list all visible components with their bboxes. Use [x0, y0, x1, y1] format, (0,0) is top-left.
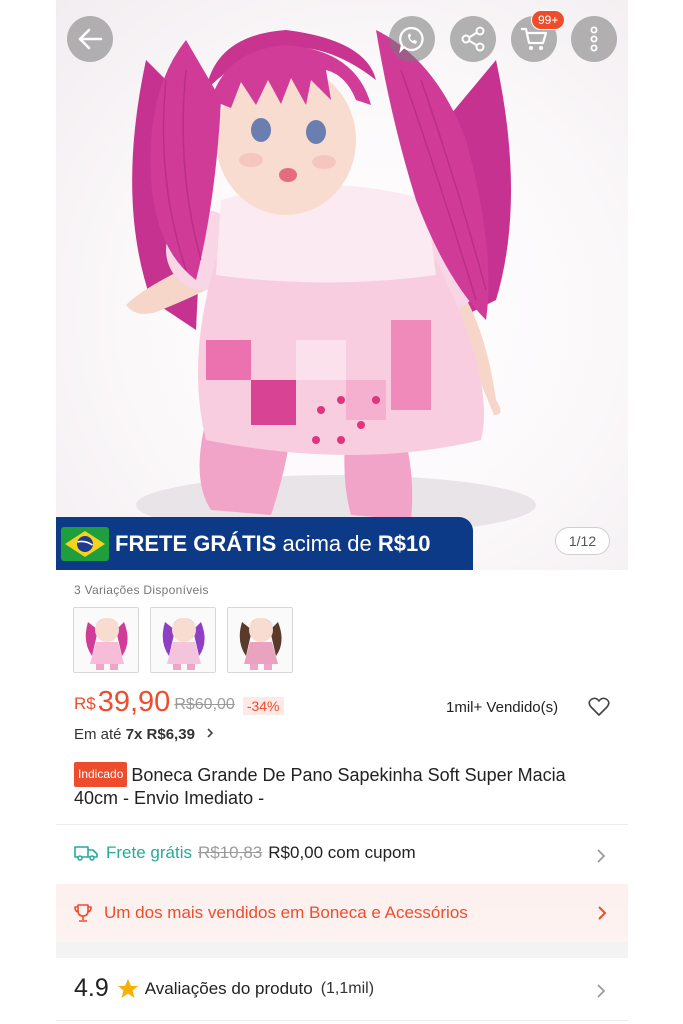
- rating-value: 4.9: [74, 974, 109, 1002]
- star-icon: [117, 979, 138, 998]
- original-price: R$60,00: [174, 696, 235, 713]
- doll-thumb-brown: [239, 618, 282, 670]
- brazil-flag-icon: [61, 526, 109, 561]
- trophy-icon: [74, 904, 92, 922]
- bestseller-row[interactable]: Um dos mais vendidos em Boneca e Acessór…: [56, 884, 628, 942]
- free-shipping-banner: FRETE GRÁTIS acima de R$10: [56, 517, 473, 570]
- shipping-new-price: R$0,00 com cupom: [268, 843, 416, 862]
- free-shipping-label: Frete grátis: [106, 843, 192, 862]
- variations-title: 3 Variações Disponíveis: [74, 583, 209, 597]
- favorite-heart-icon[interactable]: [588, 697, 610, 717]
- cart-count-badge: 99+: [531, 10, 566, 30]
- reviews-count: (1,1mil): [320, 979, 375, 997]
- product-title: Indicado Boneca Grande De Pano Sapekinha …: [74, 762, 614, 810]
- more-vertical-icon: [590, 26, 598, 52]
- cart-button[interactable]: 99+: [511, 10, 566, 62]
- variation-thumb-pink[interactable]: [73, 607, 139, 673]
- shipping-row[interactable]: Frete grátis R$10,83 R$0,00 com cupom: [74, 843, 416, 863]
- whatsapp-icon: [399, 26, 424, 54]
- sold-count: 1mil+ Vendido(s): [446, 699, 559, 716]
- discount-badge: -34%: [242, 697, 284, 715]
- chevron-right-icon: [207, 728, 214, 738]
- bestseller-text: Um dos mais vendidos em Boneca e Acessór…: [104, 903, 468, 922]
- image-counter: 1/12: [555, 527, 610, 555]
- chevron-right-icon[interactable]: [596, 848, 606, 864]
- whatsapp-share-button[interactable]: [389, 16, 435, 62]
- divider: [56, 824, 628, 825]
- reviews-label: Avaliações do produto: [144, 978, 313, 998]
- divider: [56, 1020, 628, 1021]
- doll-illustration: [126, 30, 536, 535]
- chevron-right-icon: [598, 906, 607, 920]
- chevron-right-icon[interactable]: [596, 983, 606, 999]
- arrow-left-icon: [78, 28, 103, 50]
- section-separator: [56, 942, 628, 958]
- truck-icon: [74, 846, 98, 861]
- product-title-text: Boneca Grande De Pano Sapekinha Soft Sup…: [74, 765, 566, 808]
- doll-thumb-pink: [85, 618, 128, 670]
- price-row: R$ 39,90 R$60,00 -34%: [74, 688, 284, 717]
- share-button[interactable]: [450, 16, 496, 62]
- variation-thumb-purple[interactable]: [150, 607, 216, 673]
- shipping-old-price: R$10,83: [197, 843, 263, 862]
- banner-frete-rest: acima de: [276, 530, 378, 556]
- banner-frete-amount: R$10: [377, 530, 431, 556]
- share-icon: [461, 26, 485, 52]
- price-currency: R$: [74, 694, 96, 713]
- current-price: 39,90: [97, 686, 171, 718]
- recommended-tag: Indicado: [74, 762, 128, 787]
- installments-value: 7x R$6,39: [125, 726, 195, 743]
- installments-prefix: Em até: [74, 726, 126, 743]
- doll-thumb-purple: [162, 618, 205, 670]
- banner-frete-bold: FRETE GRÁTIS: [115, 530, 277, 556]
- installments-link[interactable]: Em até 7x R$6,39: [74, 726, 215, 743]
- variation-thumb-brown[interactable]: [227, 607, 293, 673]
- product-image[interactable]: [56, 0, 628, 570]
- more-options-button[interactable]: [571, 16, 617, 62]
- reviews-row[interactable]: 4.9 Avaliações do produto (1,1mil): [74, 974, 374, 1003]
- back-button[interactable]: [67, 16, 113, 62]
